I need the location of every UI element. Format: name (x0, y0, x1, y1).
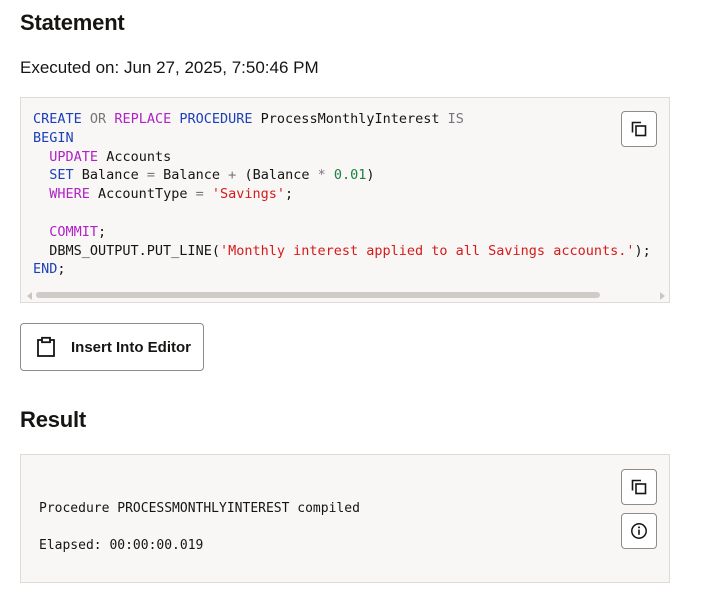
result-status-text: Procedure PROCESSMONTHLYINTEREST compile… (39, 501, 360, 516)
copy-code-button[interactable] (621, 111, 657, 147)
info-icon (631, 523, 647, 539)
code-block[interactable]: CREATE OR REPLACE PROCEDURE ProcessMonth… (20, 97, 670, 303)
scroll-right-arrow-icon[interactable] (660, 292, 665, 300)
copy-icon (631, 479, 647, 495)
code-text[interactable]: CREATE OR REPLACE PROCEDURE ProcessMonth… (33, 110, 651, 279)
statement-heading: Statement (20, 10, 125, 35)
info-button[interactable] (621, 513, 657, 549)
result-output: Procedure PROCESSMONTHLYINTEREST compile… (20, 454, 670, 583)
result-heading: Result (20, 407, 87, 432)
clipboard-icon (35, 336, 57, 358)
scroll-left-arrow-icon[interactable] (27, 292, 32, 300)
result-elapsed-text: Elapsed: 00:00:00.019 (39, 538, 204, 553)
executed-timestamp: Executed on: Jun 27, 2025, 7:50:46 PM (20, 58, 319, 77)
copy-icon (631, 121, 647, 137)
scrollbar-thumb[interactable] (36, 292, 600, 298)
insert-into-editor-button[interactable]: Insert Into Editor (20, 323, 204, 371)
horizontal-scrollbar[interactable] (21, 288, 669, 302)
copy-result-button[interactable] (621, 469, 657, 505)
insert-into-editor-label: Insert Into Editor (71, 338, 191, 356)
